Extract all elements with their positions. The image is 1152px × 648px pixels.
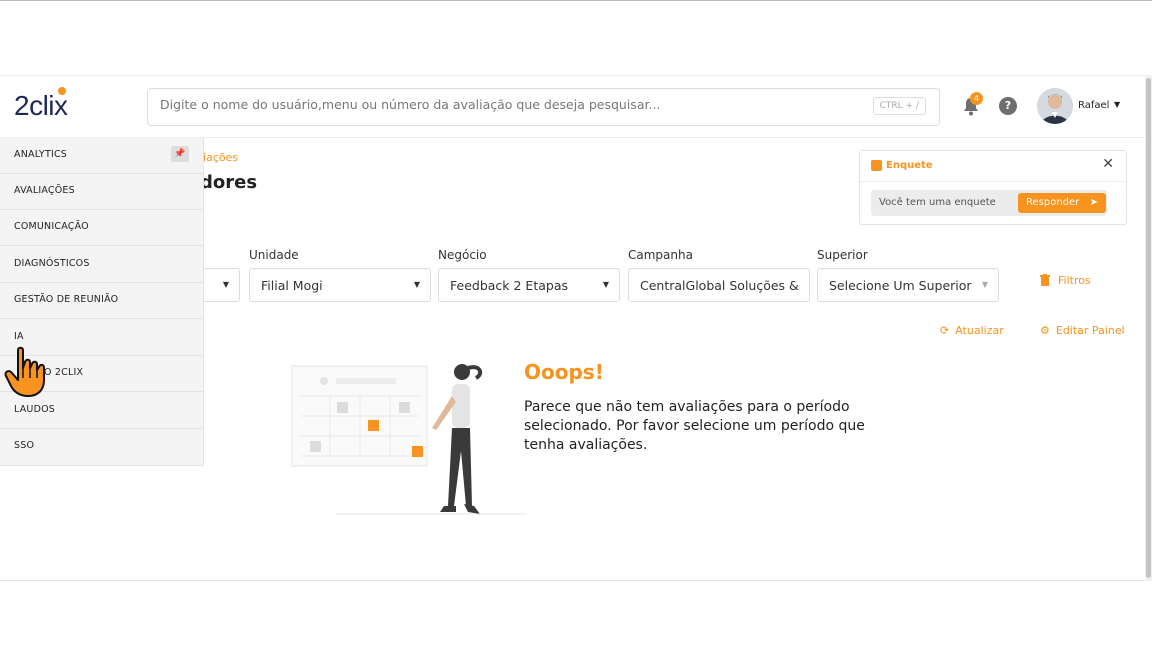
logo-dot-icon — [58, 87, 66, 95]
logo[interactable]: 2clix — [14, 87, 68, 122]
sidebar-item-gestao-de-reuniao[interactable]: GESTÃO DE REUNIÃO — [0, 283, 204, 319]
atualizar-label: Atualizar — [955, 324, 1004, 337]
chart-icon — [871, 160, 882, 171]
responder-label: Responder — [1026, 197, 1080, 208]
refresh-icon: ⟳ — [940, 324, 950, 337]
sidebar-item-diagnosticos[interactable]: DIAGNÓSTICOS — [0, 247, 204, 283]
unidade-select[interactable]: Filial Mogi ▼ — [249, 268, 431, 302]
scrollbar-thumb[interactable] — [1146, 78, 1151, 578]
chevron-down-icon: ▼ — [602, 280, 609, 289]
campanha-select[interactable]: CentralGlobal Soluções & — [628, 268, 810, 302]
sidebar-item-avaliacoes[interactable]: AVALIAÇÕES — [0, 174, 204, 210]
empty-state-message: Parece que não tem avaliações para o per… — [524, 399, 865, 453]
enquete-panel: Enquete ✕ Você tem uma enquete Responder… — [859, 150, 1127, 225]
hand-cursor-icon — [4, 346, 45, 397]
chevron-down-icon: ▼ — [413, 280, 420, 289]
superior-value: Selecione Um Superior — [829, 278, 972, 293]
pin-icon[interactable]: 📌 — [171, 146, 189, 162]
unidade-label: Unidade — [249, 248, 299, 262]
sidebar-item-analytics[interactable]: ANALYTICS 📌 — [0, 138, 204, 174]
header: 2clix CTRL + / 4 ? — [0, 76, 1146, 138]
sidebar-item-label: SSO — [14, 440, 35, 451]
page-title: dores — [200, 172, 258, 193]
search-input[interactable] — [160, 97, 860, 112]
search-box[interactable]: CTRL + / — [147, 88, 940, 126]
chevron-down-icon[interactable]: ▼ — [1114, 100, 1120, 109]
sidebar-item-label: LAUDOS — [14, 404, 55, 415]
atualizar-button[interactable]: ⟳ Atualizar — [940, 324, 1004, 337]
sidebar: ANALYTICS 📌 AVALIAÇÕES COMUNICAÇÃO DIAGN… — [0, 138, 204, 466]
divider — [860, 181, 1126, 182]
breadcrumb[interactable]: liações — [200, 151, 238, 164]
app-window: 2clix CTRL + / 4 ? — [0, 76, 1146, 581]
empty-state-illustration — [291, 364, 526, 515]
enquete-title: Enquete — [886, 160, 933, 171]
campanha-value: CentralGlobal Soluções & — [640, 278, 799, 293]
empty-state-title: Ooops! — [524, 360, 604, 384]
sidebar-item-label: COMUNICAÇÃO — [14, 221, 89, 232]
sidebar-item-label: ANALYTICS — [14, 149, 68, 160]
sidebar-item-laudos[interactable]: LAUDOS — [0, 393, 204, 429]
user-name[interactable]: Rafael — [1078, 100, 1109, 111]
close-icon[interactable]: ✕ — [1102, 156, 1114, 172]
send-icon: ➤ — [1089, 197, 1098, 208]
sidebar-item-label: DIAGNÓSTICOS — [14, 258, 90, 269]
editar-painel-label: Editar Painel — [1055, 324, 1125, 337]
enquete-message: Você tem uma enquete — [879, 197, 996, 208]
enquete-message-box: Você tem uma enquete Responder ➤ — [871, 190, 1107, 216]
scrollbar[interactable] — [1145, 76, 1152, 581]
sidebar-item-label: IA — [14, 331, 24, 342]
negocio-value: Feedback 2 Etapas — [450, 278, 568, 293]
avatar[interactable] — [1037, 88, 1073, 124]
superior-select[interactable]: Selecione Um Superior ▼ — [817, 268, 999, 302]
search-shortcut-hint: CTRL + / — [872, 97, 926, 115]
sidebar-item-label: AVALIAÇÕES — [14, 185, 75, 196]
gear-icon: ⚙ — [1040, 324, 1050, 337]
sidebar-item-comunicacao[interactable]: COMUNICAÇÃO — [0, 210, 204, 246]
avatar-image — [1037, 88, 1073, 124]
chevron-down-icon: ▼ — [981, 280, 988, 289]
negocio-label: Negócio — [438, 248, 487, 262]
negocio-select[interactable]: Feedback 2 Etapas ▼ — [438, 268, 620, 302]
chevron-down-icon: ▼ — [222, 280, 229, 289]
top-blank-band — [0, 0, 1152, 76]
filtros-label: Filtros — [1058, 274, 1091, 287]
sidebar-item-label: GESTÃO DE REUNIÃO — [14, 294, 119, 305]
sidebar-item-sso[interactable]: SSO — [0, 429, 204, 465]
help-icon[interactable]: ? — [999, 97, 1017, 115]
notification-badge: 4 — [970, 92, 983, 105]
editar-painel-button[interactable]: ⚙ Editar Painel — [1040, 324, 1125, 337]
screen: 2clix CTRL + / 4 ? — [0, 0, 1152, 648]
superior-label: Superior — [817, 248, 868, 262]
responder-button[interactable]: Responder ➤ — [1018, 193, 1106, 213]
campanha-label: Campanha — [628, 248, 693, 262]
filtros-button[interactable]: Filtros — [1040, 274, 1091, 287]
trash-icon — [1040, 274, 1050, 286]
unidade-value: Filial Mogi — [261, 278, 323, 293]
